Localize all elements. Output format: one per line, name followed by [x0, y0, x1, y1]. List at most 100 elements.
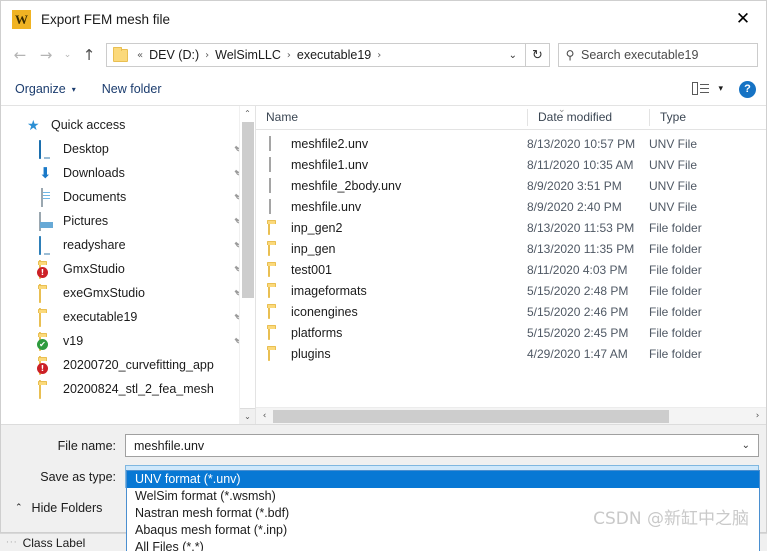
- sidebar-item-label: readyshare: [63, 238, 126, 252]
- file-name-text: meshfile1.unv: [291, 157, 369, 172]
- sidebar-item-gmxstudio[interactable]: ! GmxStudio ✒: [1, 257, 255, 281]
- file-name-cell: plugins: [256, 345, 527, 362]
- navigation-pane-list: ★ Quick access Desktop ✒ ⬇ Downloads ✒ Document…: [1, 106, 255, 401]
- network-monitor-icon: [39, 236, 56, 255]
- scroll-right-icon[interactable]: ›: [749, 411, 766, 421]
- dropdown-option[interactable]: Abaqus mesh format (*.inp): [127, 522, 759, 539]
- navigation-pane: ★ Quick access Desktop ✒ ⬇ Downloads ✒ Document…: [1, 106, 256, 424]
- file-name-cell: inp_gen2: [256, 219, 527, 236]
- breadcrumb-item-2[interactable]: executable19: [295, 48, 373, 62]
- breadcrumb-overflow[interactable]: «: [133, 50, 147, 61]
- address-bar[interactable]: « DEV (D:) › WelSimLLC › executable19 › …: [106, 43, 526, 67]
- file-name-cell: inp_gen: [256, 240, 527, 257]
- column-header-date-modified[interactable]: Date modified: [527, 109, 649, 126]
- hide-folders-button[interactable]: ⌃ Hide Folders: [15, 501, 102, 515]
- sidebar-item-quick-access[interactable]: ★ Quick access: [1, 113, 255, 137]
- file-date-cell: 8/13/2020 11:53 PM: [527, 220, 635, 235]
- folder-icon: [39, 308, 56, 327]
- file-name-text: inp_gen: [291, 241, 336, 256]
- view-layout-icon[interactable]: [692, 82, 710, 96]
- chevron-up-icon: ⌃: [15, 503, 23, 513]
- file-type-cell: File folder: [649, 220, 702, 235]
- file-name-value: meshfile.unv: [134, 438, 205, 453]
- sidebar-item-20200720-curvefitting-app[interactable]: ! 20200720_curvefitting_app: [1, 353, 255, 377]
- scroll-up-icon[interactable]: ⌃: [240, 106, 255, 122]
- recent-locations-chevron-down-icon[interactable]: ⌄: [59, 42, 76, 68]
- error-badge-icon: !: [37, 267, 48, 278]
- file-name-text: test001: [291, 262, 333, 277]
- file-name-chevron-down-icon[interactable]: ⌄: [742, 440, 750, 451]
- horizontal-scrollbar-thumb[interactable]: [273, 409, 669, 423]
- chevron-down-icon: ▾: [71, 84, 76, 94]
- breadcrumb-sep-2[interactable]: ›: [373, 50, 385, 61]
- sidebar-item-pictures[interactable]: Pictures ✒: [1, 209, 255, 233]
- file-name-text: meshfile_2body.unv: [291, 178, 402, 193]
- column-header-name[interactable]: Name: [256, 109, 527, 126]
- table-row[interactable]: inp_gen2 8/13/2020 11:53 PM File folder: [256, 217, 766, 238]
- save-as-type-dropdown[interactable]: UNV format (*.unv) WelSim format (*.wsmsh…: [126, 470, 760, 551]
- file-name-text: imageformats: [291, 283, 367, 298]
- file-list-horizontal-scrollbar[interactable]: ‹ ›: [256, 407, 766, 424]
- sidebar-item-v19[interactable]: ✔ v19 ✒: [1, 329, 255, 353]
- view-chevron-down-icon[interactable]: ▾: [718, 84, 723, 94]
- breadcrumb-sep-1[interactable]: ›: [283, 50, 295, 61]
- file-date-cell: 8/13/2020 10:57 PM: [527, 136, 636, 151]
- folder-icon: [113, 46, 128, 62]
- table-row[interactable]: meshfile_2body.unv 8/9/2020 3:51 PM UNV Fi…: [256, 175, 766, 196]
- dropdown-option[interactable]: All Files (*.*): [127, 539, 759, 551]
- scroll-left-icon[interactable]: ‹: [256, 411, 273, 421]
- new-folder-button[interactable]: New folder: [102, 82, 162, 96]
- dropdown-option[interactable]: WelSim format (*.wsmsh): [127, 488, 759, 505]
- sidebar-item-downloads[interactable]: ⬇ Downloads ✒: [1, 161, 255, 185]
- breadcrumb-item-1[interactable]: WelSimLLC: [213, 48, 283, 62]
- tree-dots: ···: [6, 537, 18, 548]
- forward-icon[interactable]: →: [33, 42, 59, 68]
- table-row[interactable]: iconengines 5/15/2020 2:46 PM File folder: [256, 301, 766, 322]
- table-row[interactable]: meshfile1.unv 8/11/2020 10:35 AM UNV File: [256, 154, 766, 175]
- file-name-label: File name:: [57, 438, 116, 453]
- help-icon[interactable]: ?: [739, 80, 756, 98]
- scrollbar-thumb[interactable]: [242, 122, 254, 298]
- address-chevron-down-icon[interactable]: ⌄: [501, 50, 525, 61]
- table-row[interactable]: plugins 4/29/2020 1:47 AM File folder: [256, 343, 766, 364]
- table-row[interactable]: meshfile.unv 8/9/2020 2:40 PM UNV File: [256, 196, 766, 217]
- search-input[interactable]: ⚲ Search executable19: [558, 43, 758, 67]
- file-name-cell: test001: [256, 261, 527, 278]
- dropdown-option[interactable]: Nastran mesh format (*.bdf): [127, 505, 759, 522]
- sidebar-item-desktop[interactable]: Desktop ✒: [1, 137, 255, 161]
- navigation-pane-scrollbar[interactable]: ⌃ ⌄: [239, 106, 255, 424]
- file-name-cell: platforms: [256, 324, 527, 341]
- up-icon[interactable]: ↑: [76, 42, 102, 68]
- column-header-type[interactable]: Type: [649, 109, 754, 126]
- table-row[interactable]: imageformats 5/15/2020 2:48 PM File folder: [256, 280, 766, 301]
- file-name-text: plugins: [291, 346, 331, 361]
- file-name-cell: meshfile_2body.unv: [256, 177, 527, 194]
- sidebar-item-label: 20200720_curvefitting_app: [63, 358, 214, 372]
- sidebar-item-executable19[interactable]: executable19 ✒: [1, 305, 255, 329]
- folder-icon: [268, 240, 283, 257]
- table-row[interactable]: platforms 5/15/2020 2:45 PM File folder: [256, 322, 766, 343]
- back-icon[interactable]: ←: [7, 42, 33, 68]
- document-icon: [39, 188, 56, 207]
- table-row[interactable]: test001 8/11/2020 4:03 PM File folder: [256, 259, 766, 280]
- file-name-row: File name: meshfile.unv ⌄: [1, 434, 766, 457]
- dropdown-option[interactable]: UNV format (*.unv): [127, 471, 759, 488]
- scroll-down-icon[interactable]: ⌄: [240, 408, 255, 424]
- sidebar-item-20200824-stl-2-fea-mesh[interactable]: 20200824_stl_2_fea_mesh: [1, 377, 255, 401]
- table-row[interactable]: inp_gen 8/13/2020 11:35 PM File folder: [256, 238, 766, 259]
- refresh-icon[interactable]: ↻: [526, 43, 550, 67]
- close-icon[interactable]: ✕: [720, 1, 766, 37]
- picture-icon: [39, 212, 56, 231]
- sidebar-item-documents[interactable]: Documents ✒: [1, 185, 255, 209]
- sidebar-item-exegmxstudio[interactable]: exeGmxStudio ✒: [1, 281, 255, 305]
- table-row[interactable]: meshfile2.unv 8/13/2020 10:57 PM UNV File: [256, 133, 766, 154]
- navigation-bar: ← → ⌄ ↑ « DEV (D:) › WelSimLLC › executa…: [1, 37, 766, 73]
- organize-label: Organize: [15, 82, 66, 96]
- file-name-input[interactable]: meshfile.unv ⌄: [125, 434, 759, 457]
- file-date-cell: 5/15/2020 2:45 PM: [527, 325, 629, 340]
- sidebar-item-readyshare[interactable]: readyshare ✒: [1, 233, 255, 257]
- breadcrumb-sep-0[interactable]: ›: [201, 50, 213, 61]
- breadcrumb-item-0[interactable]: DEV (D:): [147, 48, 201, 62]
- organize-button[interactable]: Organize ▾: [15, 82, 76, 96]
- sidebar-item-label: Desktop: [63, 142, 109, 156]
